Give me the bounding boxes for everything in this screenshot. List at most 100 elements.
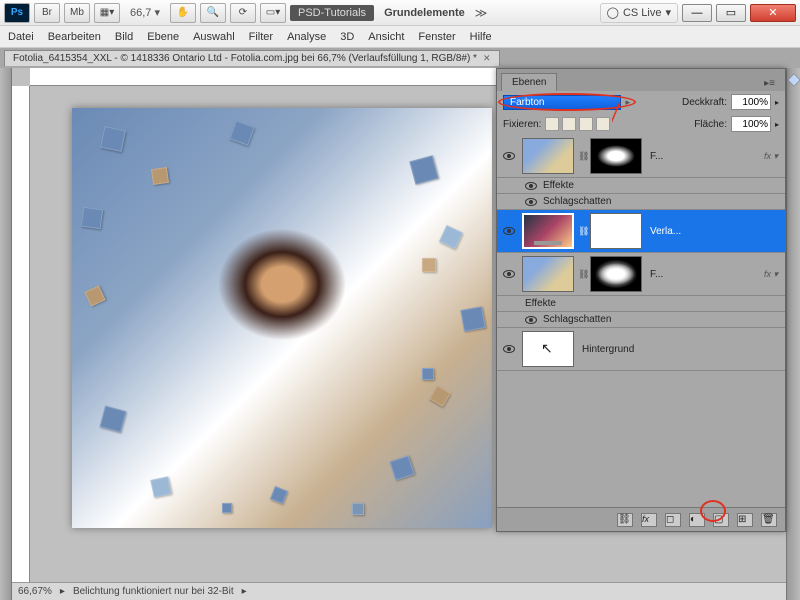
lock-transparency-icon[interactable] [545, 117, 559, 131]
eye-icon[interactable] [525, 182, 537, 190]
dock-right[interactable] [786, 68, 800, 600]
layer-row[interactable]: ↖ Hintergrund [497, 328, 785, 371]
status-bar: 66,67% ▸ Belichtung funktioniert nur bei… [12, 582, 786, 600]
menu-analyse[interactable]: Analyse [287, 31, 326, 43]
layer-name[interactable]: F... [646, 151, 760, 162]
eye-icon [503, 152, 515, 160]
menubar: Datei Bearbeiten Bild Ebene Auswahl Filt… [0, 26, 800, 48]
mask-thumbnail[interactable] [590, 138, 642, 174]
chevron-icon[interactable]: ▸ [775, 120, 779, 129]
document-tab[interactable]: Fotolia_6415354_XXL - © 1418336 Ontario … [4, 50, 500, 66]
hand-tool-icon[interactable]: ✋ [170, 3, 196, 23]
delete-icon[interactable]: 🗑 [761, 513, 777, 527]
layer-name[interactable]: Hintergrund [578, 344, 782, 355]
rotate-view-icon[interactable]: ⟳ [230, 3, 256, 23]
zoom-display[interactable]: 66,7 ▾ [124, 6, 166, 19]
menu-auswahl[interactable]: Auswahl [193, 31, 235, 43]
lock-position-icon[interactable] [579, 117, 593, 131]
zoom-tool-icon[interactable]: 🔍 [200, 3, 226, 23]
link-icon[interactable]: ⛓ [578, 151, 586, 162]
fx-badge[interactable]: fx ▾ [764, 151, 782, 162]
document-tabstrip: Fotolia_6415354_XXL - © 1418336 Ontario … [0, 48, 800, 68]
effect-dropshadow[interactable]: Schlagschatten [497, 194, 785, 210]
close-button[interactable]: ✕ [750, 4, 796, 22]
visibility-toggle[interactable] [500, 270, 518, 278]
link-layers-icon[interactable]: ⛓ [617, 513, 633, 527]
layers-panel: Ebenen ▸≡ Farbton Deckkraft: ▸ Fixieren:… [496, 68, 786, 532]
ps-logo-icon: Ps [4, 3, 30, 23]
eye-icon [503, 227, 515, 235]
arrange-icon[interactable]: ▭▾ [260, 3, 286, 23]
document-tab-label: Fotolia_6415354_XXL - © 1418336 Ontario … [13, 53, 477, 64]
fill-label: Fläche: [694, 119, 727, 130]
new-layer-icon[interactable]: ⊞ [737, 513, 753, 527]
group-icon[interactable]: ▢ [713, 513, 729, 527]
titlebar: Ps Br Mb ▦▾ 66,7 ▾ ✋ 🔍 ⟳ ▭▾ PSD-Tutorial… [0, 0, 800, 26]
menu-fenster[interactable]: Fenster [418, 31, 455, 43]
layer-row[interactable]: ⛓ F... fx ▾ [497, 253, 785, 296]
mask-thumbnail[interactable] [590, 213, 642, 249]
layers-list: ⛓ F... fx ▾ Effekte Schlagschatten ⛓ Ver… [497, 135, 785, 495]
toolbox[interactable] [0, 68, 12, 600]
opacity-input[interactable] [731, 94, 771, 110]
menu-3d[interactable]: 3D [340, 31, 354, 43]
fx-icon[interactable]: fx [641, 513, 657, 527]
menu-bild[interactable]: Bild [115, 31, 133, 43]
eye-icon[interactable] [525, 198, 537, 206]
cursor-icon: ↖ [541, 340, 553, 357]
chevron-icon[interactable]: ▸ [775, 98, 779, 107]
doc-title: Grundelemente [378, 7, 471, 19]
visibility-toggle[interactable] [500, 152, 518, 160]
lock-all-icon[interactable] [596, 117, 610, 131]
minimize-button[interactable]: — [682, 4, 712, 22]
lock-pixels-icon[interactable] [562, 117, 576, 131]
status-zoom[interactable]: 66,67% [18, 586, 52, 597]
effects-row[interactable]: Effekte [497, 178, 785, 194]
ruler-vertical[interactable] [12, 86, 30, 582]
eye-icon [503, 345, 515, 353]
layer-name[interactable]: Verla... [646, 226, 782, 237]
menu-ansicht[interactable]: Ansicht [368, 31, 404, 43]
tab-ebenen[interactable]: Ebenen [501, 73, 557, 91]
menu-bearbeiten[interactable]: Bearbeiten [48, 31, 101, 43]
menu-filter[interactable]: Filter [249, 31, 273, 43]
effects-row[interactable]: Effekte [497, 296, 785, 312]
eye-icon[interactable] [525, 316, 537, 324]
blend-mode-select[interactable]: Farbton [503, 95, 621, 110]
mask-icon[interactable]: ◻ [665, 513, 681, 527]
layer-thumbnail[interactable]: ↖ [522, 331, 574, 367]
layout-button[interactable]: ▦▾ [94, 3, 120, 23]
status-message: Belichtung funktioniert nur bei 32-Bit [73, 586, 234, 597]
minibridge-button[interactable]: Mb [64, 3, 90, 23]
workspace-tag[interactable]: PSD-Tutorials [290, 5, 374, 21]
layer-thumbnail[interactable] [522, 256, 574, 292]
layer-row[interactable]: ⛓ F... fx ▾ [497, 135, 785, 178]
status-chevron-icon[interactable]: ▸ [242, 586, 247, 597]
color-panel-icon[interactable] [787, 73, 800, 87]
effect-dropshadow[interactable]: Schlagschatten [497, 312, 785, 328]
opacity-label: Deckkraft: [682, 97, 727, 108]
adjustment-icon[interactable]: ◐ [689, 513, 705, 527]
link-icon[interactable]: ⛓ [578, 269, 586, 280]
maximize-button[interactable]: ▭ [716, 4, 746, 22]
menu-datei[interactable]: Datei [8, 31, 34, 43]
chevron-right-icon[interactable]: ≫ [475, 6, 488, 20]
status-chevron-icon[interactable]: ▸ [60, 586, 65, 597]
fill-input[interactable] [731, 116, 771, 132]
link-icon[interactable]: ⛓ [578, 226, 586, 237]
menu-ebene[interactable]: Ebene [147, 31, 179, 43]
bridge-button[interactable]: Br [34, 3, 60, 23]
layer-thumbnail[interactable] [522, 213, 574, 249]
cslive-button[interactable]: ◯ CS Live ▾ [600, 3, 678, 23]
close-icon[interactable]: ✕ [483, 53, 491, 64]
fx-badge[interactable]: fx ▾ [764, 269, 782, 280]
layer-name[interactable]: F... [646, 269, 760, 280]
visibility-toggle[interactable] [500, 345, 518, 353]
canvas[interactable] [72, 108, 492, 528]
visibility-toggle[interactable] [500, 227, 518, 235]
panel-menu-icon[interactable]: ▸≡ [758, 76, 781, 91]
mask-thumbnail[interactable] [590, 256, 642, 292]
layer-thumbnail[interactable] [522, 138, 574, 174]
menu-hilfe[interactable]: Hilfe [470, 31, 492, 43]
layer-row[interactable]: ⛓ Verla... [497, 210, 785, 253]
